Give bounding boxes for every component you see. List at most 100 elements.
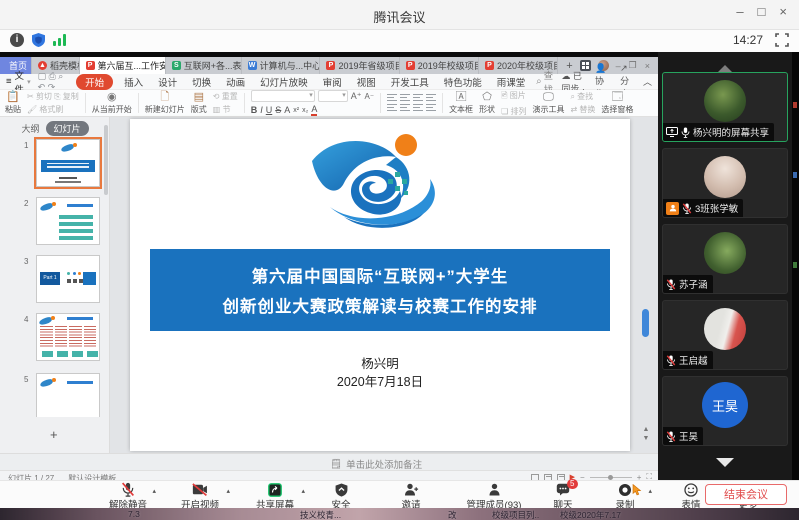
scroll-down-button[interactable] [658, 454, 792, 472]
ppt-file-icon: P [86, 61, 95, 70]
paste-button[interactable]: 📋粘贴 [5, 92, 21, 115]
columns-icon[interactable] [426, 104, 436, 112]
add-slide-button[interactable]: + [50, 427, 58, 442]
italic-button[interactable]: I [260, 105, 263, 115]
participant-tile[interactable]: 苏子涵 [662, 224, 788, 294]
ribbon-tab-insert[interactable]: 插入 [120, 74, 147, 90]
video-options-caret[interactable]: ▴ [226, 487, 230, 495]
slide-scroll-buttons[interactable]: ▲▼ [641, 425, 651, 443]
unmute-button[interactable]: 解除静音 ▴ [96, 482, 160, 511]
section-button[interactable]: ▥ 节 [213, 104, 238, 115]
chat-button[interactable]: 5 聊天 [540, 482, 586, 511]
underline-button[interactable]: U [266, 105, 273, 115]
minimize-button[interactable]: – [736, 4, 743, 19]
desktop-icon-label: 校级2020年7.17 [560, 509, 621, 520]
security-button[interactable]: 安全 [316, 482, 366, 511]
wps-tab-pdf-2[interactable]: P2019年校级项目.pdf [400, 57, 479, 74]
layout-button[interactable]: ▤版式 [191, 92, 207, 115]
font-size-select[interactable] [318, 90, 348, 102]
justify-icon[interactable] [400, 104, 410, 112]
ribbon-tab-start[interactable]: 开始 [76, 74, 113, 90]
manage-members-button[interactable]: 管理成员(93) [455, 482, 533, 511]
font-family-select[interactable] [251, 90, 315, 102]
ribbon-tab-design[interactable]: 设计 [154, 74, 181, 90]
invite-button[interactable]: 邀请 [386, 482, 436, 511]
bullets-icon[interactable] [387, 94, 397, 102]
pdf-file-icon: P [406, 61, 415, 70]
font-color-button[interactable]: A [311, 104, 317, 116]
shadow-button[interactable]: A [284, 105, 290, 115]
record-options-caret[interactable]: ▴ [648, 487, 652, 495]
textbox-button[interactable]: 🄰文本框 [449, 92, 473, 115]
mic-muted-icon [666, 279, 676, 290]
decrease-font-button[interactable]: A⁻ [365, 92, 375, 101]
replace-button[interactable]: ⇄ 替换 [570, 104, 595, 115]
strikethrough-button[interactable]: S [275, 105, 281, 115]
subscript-button[interactable]: x₂ [302, 107, 308, 114]
share-screen-button[interactable]: 共享屏幕 ▴ [243, 482, 307, 511]
thumbnail-scrollbar[interactable] [104, 125, 108, 195]
wps-tab-active-ppt[interactable]: P第六届互...工作安排× [80, 57, 166, 74]
arrange-button[interactable]: ❏ 排列 [501, 106, 526, 117]
shapes-button[interactable]: ⬠形状 [479, 92, 495, 115]
selection-pane-button[interactable]: 🗔选择窗格 [601, 92, 633, 115]
slide-thumbnail-5[interactable] [36, 373, 100, 417]
ribbon-tab-animation[interactable]: 动画 [222, 74, 249, 90]
align-left-icon[interactable] [413, 94, 423, 102]
numbering-icon[interactable] [400, 94, 410, 102]
align-right-icon[interactable] [387, 104, 397, 112]
fullscreen-icon[interactable] [775, 33, 789, 47]
start-video-button[interactable]: 开启视频 ▴ [168, 482, 232, 511]
collapse-ribbon-icon[interactable]: ︿ [643, 75, 652, 88]
new-slide-button[interactable]: 🗋新建幻灯片 [145, 92, 185, 115]
maximize-button[interactable]: □ [758, 4, 766, 19]
align-center-icon[interactable] [426, 94, 436, 102]
slide-scrollbar-thumb[interactable] [642, 309, 649, 337]
picture-button[interactable]: 🖻 图片 [501, 90, 526, 104]
slide-title-banner: 第六届中国国际“互联网+”大学生 创新创业大赛政策解读与校赛工作的安排 [150, 249, 610, 331]
cut-button[interactable]: ✂ 剪切 ⎘ 复制 [27, 91, 79, 102]
ribbon-tab-transition[interactable]: 切换 [188, 74, 215, 90]
wps-tab-excel[interactable]: S互联网+各...表7.17 [166, 57, 242, 74]
participant-tile[interactable]: 3班张学敏 [662, 148, 788, 218]
notes-bar[interactable]: 🗒单击此处添加备注 [0, 453, 658, 470]
bold-button[interactable]: B [251, 105, 258, 115]
mic-options-caret[interactable]: ▴ [152, 487, 156, 495]
play-from-current-button[interactable]: ◉从当前开始 [92, 92, 132, 115]
ribbon-tab-slideshow[interactable]: 幻灯片放映 [256, 74, 312, 90]
ribbon-tab-review[interactable]: 审阅 [319, 74, 346, 90]
increase-font-button[interactable]: A⁺ [351, 91, 362, 102]
record-button[interactable]: 录制 ▴ [598, 482, 652, 511]
search-icon: ⌕ [536, 76, 541, 87]
slide-thumbnail-3[interactable]: Part 1 [36, 255, 100, 303]
meeting-info-icon[interactable]: i [10, 33, 24, 47]
slides-tab[interactable]: 幻灯片 [46, 121, 89, 136]
mic-muted-icon [666, 355, 676, 366]
participant-tile[interactable]: 王昊 王昊 [662, 376, 788, 446]
participant-tile-sharing[interactable]: 杨兴明的屏幕共享 [662, 72, 788, 142]
participant-tile[interactable]: 王启越 [662, 300, 788, 370]
wps-tab-pdf-1[interactable]: P2019年省级项目.pdf [320, 57, 399, 74]
close-button[interactable]: × [779, 4, 787, 19]
highlight-cursor-icon [632, 484, 642, 496]
encryption-shield-icon[interactable] [32, 33, 45, 47]
slide-canvas[interactable]: 第六届中国国际“互联网+”大学生 创新创业大赛政策解读与校赛工作的安排 杨兴明 … [130, 119, 630, 451]
present-tools-button[interactable]: 🖵演示工具 [532, 92, 564, 115]
line-spacing-icon[interactable] [413, 104, 423, 112]
ribbon-tab-rainclassroom[interactable]: 雨课堂 [493, 74, 530, 90]
ribbon-tab-devtools[interactable]: 开发工具 [387, 74, 433, 90]
outline-tab[interactable]: 大纲 [21, 122, 39, 135]
wps-tab-word[interactable]: W计算机与...中心简介 [242, 57, 321, 74]
format-painter-button[interactable]: 🖌 格式刷 [27, 104, 79, 115]
end-meeting-button[interactable]: 结束会议 [705, 484, 787, 505]
zoom-slider[interactable] [590, 477, 632, 478]
slide-thumbnail-4[interactable] [36, 313, 100, 361]
slide-thumbnail-1[interactable] [36, 139, 100, 187]
find-button[interactable]: ⌕ 查找 [570, 91, 595, 102]
share-options-caret[interactable]: ▴ [301, 487, 305, 495]
ribbon-tab-features[interactable]: 特色功能 [440, 74, 486, 90]
ribbon-tab-view[interactable]: 视图 [353, 74, 380, 90]
slide-thumbnail-2[interactable] [36, 197, 100, 245]
superscript-button[interactable]: x² [293, 107, 299, 114]
reset-button[interactable]: ⟲ 重置 [213, 91, 238, 102]
